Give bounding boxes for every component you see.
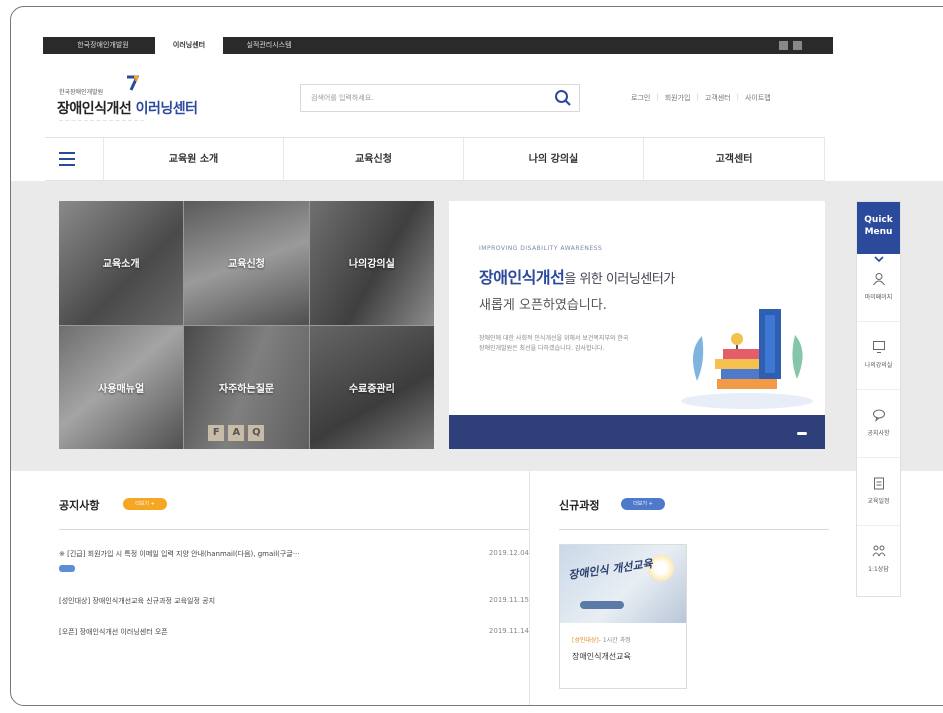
course-thumb-title: 장애인식 개선교육 <box>567 557 654 582</box>
notice-title: [오픈] 장애인식개선 이러닝센터 오픈 <box>59 628 168 636</box>
tile-education-apply[interactable]: 교육신청 <box>184 201 309 325</box>
tile-faq[interactable]: 자주하는질문 FAQ <box>184 325 309 449</box>
banner-kicker: IMPROVING DISABILITY AWARENESS <box>479 245 603 252</box>
course-category: [성인대상]- 1시간 과정 <box>572 635 631 644</box>
notice-title: [성인대상] 장애인식개선교육 신규과정 교육일정 공지 <box>59 597 216 605</box>
notice-item[interactable]: ※ [긴급] 회원가입 시 특정 이메일 입력 지양 안내(hanmail(다음… <box>59 549 529 574</box>
site-link-elearning[interactable]: 이러닝센터 <box>155 37 223 54</box>
quick-menu-label: 나의강의실 <box>864 362 893 369</box>
tile-label: 사용매뉴얼 <box>98 383 145 395</box>
nav-item-customer-center[interactable]: 고객센터 <box>643 138 825 182</box>
separator: | <box>736 93 739 101</box>
speech-bubble-icon <box>872 409 885 422</box>
notice-item[interactable]: [성인대상] 장애인식개선교육 신규과정 교육일정 공지 2019.11.15 <box>59 596 529 606</box>
notice-date: 2019.11.15 <box>488 596 529 604</box>
course-thumbnail: 장애인식 개선교육 <box>560 545 686 623</box>
new-badge <box>59 565 75 572</box>
hamburger-menu-icon[interactable] <box>59 152 75 166</box>
site-logo[interactable]: 장애인식개선 이러닝센터 <box>57 98 198 118</box>
nav-item-about[interactable]: 교육원 소개 <box>103 138 283 182</box>
quick-tiles: 교육소개 교육신청 나의강의실 사용매뉴얼 자주하는질문 FAQ 수료증관리 <box>59 201 434 449</box>
banner-headline-rest: 을 위한 이러닝센터가 <box>564 272 675 287</box>
notices-title: 공지사항 <box>59 499 100 512</box>
main-nav: 교육원 소개 교육신청 나의 강의실 고객센터 <box>45 137 825 182</box>
banner-headline-bold: 장애인식개선 <box>479 268 565 287</box>
course-card[interactable]: 장애인식 개선교육 [성인대상]- 1시간 과정 장애인식개선교육 <box>559 544 687 689</box>
quick-menu-title-2: Menu <box>864 227 893 237</box>
tile-education-intro[interactable]: 교육소개 <box>59 201 184 325</box>
section-divider <box>529 471 530 705</box>
quick-menu-schedule[interactable]: 교육일정 <box>857 458 900 526</box>
quick-menu-label: 마이페이지 <box>864 294 893 301</box>
tile-label: 교육신청 <box>228 259 265 271</box>
notice-date: 2019.11.14 <box>488 627 529 635</box>
quick-menu-consult[interactable]: 1:1상담 <box>857 526 900 594</box>
course-name: 장애인식개선교육 <box>572 652 631 661</box>
divider <box>559 529 829 530</box>
consult-people-icon <box>872 545 885 557</box>
banner-bottom-bar <box>449 415 825 449</box>
tile-label: 나의강의실 <box>348 259 395 271</box>
facebook-icon[interactable] <box>779 41 788 50</box>
tile-label: 교육소개 <box>102 259 140 271</box>
quick-menu-mypage[interactable]: 마이페이지 <box>857 254 900 322</box>
tile-my-classroom[interactable]: 나의강의실 <box>309 201 434 325</box>
login-link[interactable]: 로그인 <box>631 93 650 103</box>
nav-item-apply[interactable]: 교육신청 <box>283 138 463 182</box>
course-category-label: [성인대상] <box>572 637 599 644</box>
search-input[interactable]: 검색어를 입력하세요. <box>311 93 373 103</box>
search-icon[interactable] <box>553 88 573 108</box>
nav-item-my-classroom[interactable]: 나의 강의실 <box>463 138 643 182</box>
user-icon <box>872 273 885 286</box>
quick-menu-title-1: Quick <box>864 215 893 225</box>
search-box[interactable]: 검색어를 입력하세요. <box>300 84 580 112</box>
separator: | <box>696 93 699 101</box>
monitor-icon <box>872 341 885 353</box>
blog-icon[interactable] <box>793 41 802 50</box>
logo-title-2: 이러닝센터 <box>135 101 198 117</box>
banner-headline-line2: 새롭게 오픈하였습니다. <box>479 298 607 313</box>
books-illustration-icon <box>681 309 813 409</box>
quick-menu-label: 공지사항 <box>867 430 890 437</box>
logo-title-1: 장애인식개선 <box>57 101 136 117</box>
banner-description: 장애인에 대한 사회적 인식개선을 위해서 보건복지부와 한국장애인개발원은 최… <box>479 335 629 352</box>
tile-certificate[interactable]: 수료증관리 <box>309 325 434 449</box>
site-link-koddi[interactable]: 한국장애인개발원 <box>57 37 149 54</box>
logo-mark-icon <box>127 75 139 91</box>
customer-center-link[interactable]: 고객센터 <box>705 93 731 103</box>
quick-menu: Quick Menu 마이페이지 나의강의실 공지사항 교육일정 1:1상담 <box>856 201 901 597</box>
chevron-down-icon[interactable] <box>873 255 885 263</box>
divider <box>59 529 529 530</box>
faq-blocks-image: FAQ <box>208 425 265 441</box>
notice-title: ※ [긴급] 회원가입 시 특정 이메일 입력 지양 안내(hanmail(다음… <box>59 550 300 558</box>
notices-more-button[interactable]: 더보기 + <box>123 498 167 510</box>
browser-frame: 한국장애인개발원 이러닝센터 실적관리시스템 한국장애인개발원 장애인식개선 이… <box>10 6 943 706</box>
signup-link[interactable]: 회원가입 <box>665 93 691 103</box>
banner-headline: 장애인식개선을 위한 이러닝센터가 <box>479 264 675 288</box>
logo-subtext: ― ― ― ― ― ― ― ― ― ― ― ― ― ― <box>59 118 146 123</box>
quick-menu-classroom[interactable]: 나의강의실 <box>857 322 900 390</box>
main-banner[interactable]: IMPROVING DISABILITY AWARENESS 장애인식개선을 위… <box>449 201 825 449</box>
tile-label: 자주하는질문 <box>218 383 275 395</box>
site-link-performance[interactable]: 실적관리시스템 <box>229 37 309 54</box>
org-name: 한국장애인개발원 <box>59 89 104 96</box>
new-courses-more-button[interactable]: 더보기 + <box>621 498 665 510</box>
notice-date: 2019.12.04 <box>488 549 529 557</box>
top-links: 로그인 | 회원가입 | 고객센터 | 사이트맵 <box>631 93 771 103</box>
quick-menu-notice[interactable]: 공지사항 <box>857 390 900 458</box>
slide-indicator[interactable] <box>797 432 807 435</box>
tile-user-manual[interactable]: 사용매뉴얼 <box>59 325 184 449</box>
tile-label: 수료증관리 <box>348 383 395 395</box>
clipboard-icon <box>873 477 884 490</box>
quick-menu-header: Quick Menu <box>857 202 900 254</box>
separator: | <box>656 93 659 101</box>
new-courses-title: 신규과정 <box>559 499 600 512</box>
sitemap-link[interactable]: 사이트맵 <box>745 93 771 103</box>
quick-menu-label: 교육일정 <box>867 498 890 505</box>
quick-menu-label: 1:1상담 <box>868 566 889 573</box>
utility-bar: 한국장애인개발원 이러닝센터 실적관리시스템 <box>43 37 833 54</box>
notice-item[interactable]: [오픈] 장애인식개선 이러닝센터 오픈 2019.11.14 <box>59 627 529 637</box>
course-thumb-pill <box>580 601 624 609</box>
course-hours: - 1시간 과정 <box>598 637 631 644</box>
